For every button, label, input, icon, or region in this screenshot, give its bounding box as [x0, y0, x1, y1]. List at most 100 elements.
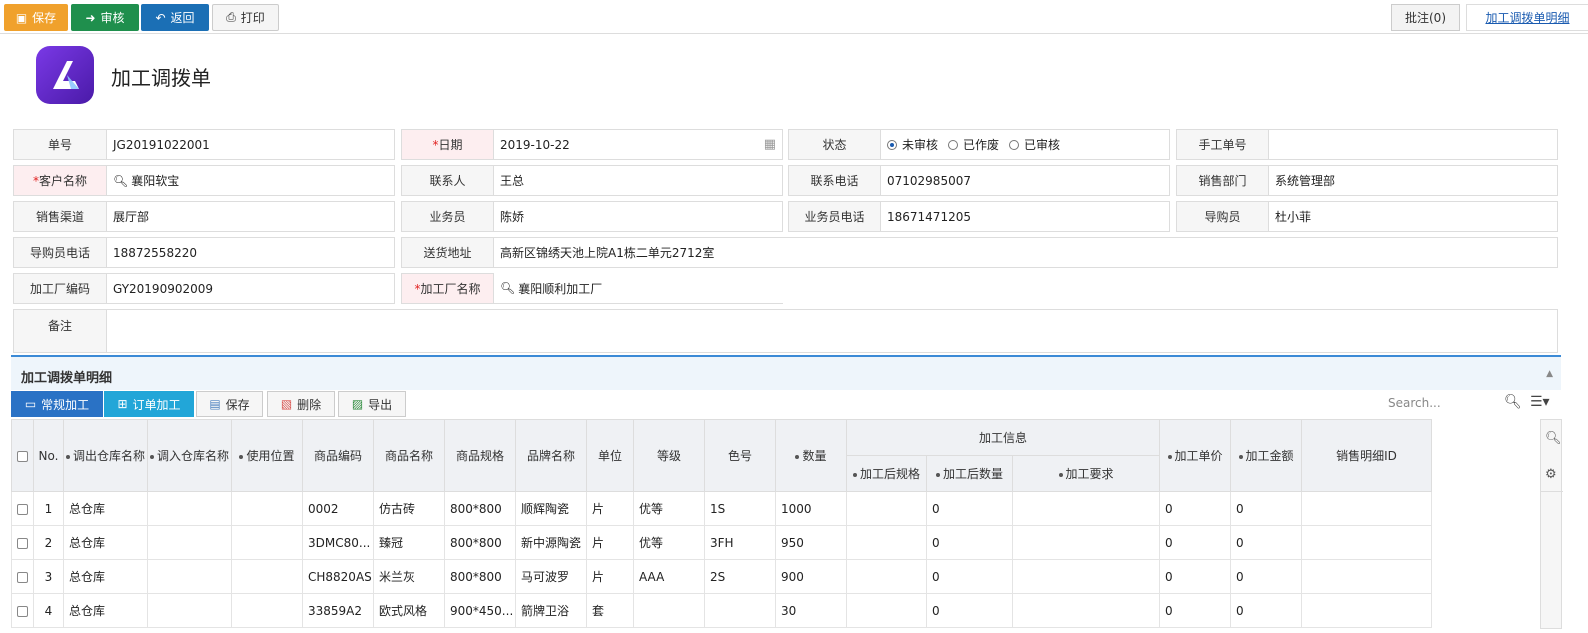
salesman-phone-field[interactable]: 18671471205 [881, 201, 1170, 232]
cell-no[interactable]: 3 [33, 559, 64, 594]
col-location[interactable]: 使用位置 [231, 419, 303, 492]
row-checkbox[interactable] [11, 525, 34, 560]
cell-proc-spec[interactable] [846, 559, 927, 594]
cell-amount[interactable]: 0 [1230, 525, 1303, 560]
print-button[interactable]: ⎙ 打印 [212, 4, 279, 31]
col-out-wh[interactable]: 调出仓库名称 [63, 419, 148, 492]
cell-in-wh[interactable] [147, 593, 232, 628]
detail-link[interactable]: 加工调拨单明细 [1466, 4, 1588, 31]
checkbox-icon[interactable] [17, 503, 28, 515]
cell-out-wh[interactable]: 总仓库 [63, 593, 148, 628]
row-checkbox[interactable] [11, 593, 34, 628]
cell-qty[interactable]: 950 [775, 525, 847, 560]
col-in-wh[interactable]: 调入仓库名称 [147, 419, 232, 492]
cell-out-wh[interactable]: 总仓库 [63, 491, 148, 526]
remark-field[interactable] [107, 309, 1558, 353]
cell-brand[interactable]: 顺辉陶瓷 [515, 491, 587, 526]
cell-code[interactable]: CH8820AS [302, 559, 374, 594]
cell-name[interactable]: 仿古砖 [373, 491, 445, 526]
cell-color[interactable]: 1S [704, 491, 776, 526]
back-button[interactable]: ↶ 返回 [141, 4, 209, 31]
cell-proc-req[interactable] [1011, 593, 1161, 628]
cell-in-wh[interactable] [147, 491, 232, 526]
factory-name-field[interactable]: 🔍︎ 襄阳顺利加工厂 [494, 273, 783, 304]
col-proc-req[interactable]: 加工要求 [1011, 455, 1161, 492]
cell-amount[interactable]: 0 [1230, 559, 1303, 594]
search-icon[interactable]: 🔍︎ [1545, 431, 1562, 446]
cell-price[interactable]: 0 [1159, 525, 1232, 560]
cell-proc-qty[interactable]: 0 [926, 525, 1013, 560]
col-spec[interactable]: 商品规格 [444, 419, 516, 492]
cell-no[interactable]: 4 [33, 593, 64, 628]
cell-brand[interactable]: 马可波罗 [515, 559, 587, 594]
cell-no[interactable]: 1 [33, 491, 64, 526]
col-qty[interactable]: 数量 [775, 419, 847, 492]
date-field[interactable]: 2019-10-22 ▦ [494, 129, 783, 160]
cell-code[interactable]: 33859A2 [302, 593, 374, 628]
save-button[interactable]: ▣ 保存 [4, 4, 68, 31]
cell-name[interactable]: 臻冠 [373, 525, 445, 560]
cell-price[interactable]: 0 [1159, 593, 1232, 628]
channel-field[interactable]: 展厅部 [107, 201, 395, 232]
cell-location[interactable] [231, 593, 303, 628]
phone-field[interactable]: 07102985007 [881, 165, 1170, 196]
guide-phone-field[interactable]: 18872558220 [107, 237, 395, 268]
cell-out-wh[interactable]: 总仓库 [63, 525, 148, 560]
guide-field[interactable]: 杜小菲 [1269, 201, 1558, 232]
status-radio-voided[interactable]: 已作废 [948, 136, 999, 153]
search-icon[interactable]: 🔍︎ [500, 281, 515, 295]
cell-name[interactable]: 欧式风格 [373, 593, 445, 628]
collapse-icon[interactable]: ▲ [1546, 369, 1553, 379]
cell-location[interactable] [231, 559, 303, 594]
cell-code[interactable]: 3DMC80... [302, 525, 374, 560]
col-code[interactable]: 商品编码 [302, 419, 374, 492]
cell-grade[interactable]: 优等 [633, 525, 705, 560]
col-proc-spec[interactable]: 加工后规格 [846, 455, 927, 492]
cell-code[interactable]: 0002 [302, 491, 374, 526]
cell-proc-spec[interactable] [846, 593, 927, 628]
cell-qty[interactable]: 900 [775, 559, 847, 594]
row-checkbox[interactable] [11, 559, 34, 594]
calendar-icon[interactable]: ▦ [764, 137, 776, 152]
search-icon[interactable]: 🔍︎ [113, 174, 128, 188]
order-process-button[interactable]: ⊞ 订单加工 [104, 391, 194, 417]
col-sale-id[interactable]: 销售明细ID [1301, 419, 1433, 492]
cell-grade[interactable] [633, 593, 705, 628]
order-no-field[interactable]: JG20191022001 [107, 129, 395, 160]
select-all-header[interactable] [11, 419, 34, 492]
col-color[interactable]: 色号 [704, 419, 776, 492]
manual-no-field[interactable] [1269, 129, 1558, 160]
checkbox-icon[interactable] [17, 450, 28, 462]
cell-proc-req[interactable] [1011, 525, 1161, 560]
cell-sale-id[interactable] [1301, 559, 1433, 594]
checkbox-icon[interactable] [17, 605, 28, 617]
cell-proc-qty[interactable]: 0 [926, 491, 1013, 526]
cell-sale-id[interactable] [1301, 491, 1433, 526]
cell-qty[interactable]: 30 [775, 593, 847, 628]
grid-delete-button[interactable]: ▧ 删除 [267, 391, 335, 417]
cell-sale-id[interactable] [1301, 593, 1433, 628]
cell-out-wh[interactable]: 总仓库 [63, 559, 148, 594]
cell-price[interactable]: 0 [1159, 491, 1232, 526]
cell-proc-qty[interactable]: 0 [926, 559, 1013, 594]
grid-export-button[interactable]: ▨ 导出 [338, 391, 406, 417]
cell-price[interactable]: 0 [1159, 559, 1232, 594]
note-button[interactable]: 批注(0) [1391, 4, 1460, 31]
checkbox-icon[interactable] [17, 537, 28, 549]
cell-unit[interactable]: 片 [586, 559, 634, 594]
cell-unit[interactable]: 片 [586, 491, 634, 526]
cell-proc-qty[interactable]: 0 [926, 593, 1013, 628]
customer-field[interactable]: 🔍︎ 襄阳软宝 [107, 165, 395, 196]
checkbox-icon[interactable] [17, 571, 28, 583]
cell-amount[interactable]: 0 [1230, 593, 1303, 628]
cell-location[interactable] [231, 525, 303, 560]
salesman-field[interactable]: 陈娇 [494, 201, 783, 232]
search-icon[interactable]: 🔍︎ [1504, 394, 1522, 410]
cell-spec[interactable]: 800*800 [444, 525, 516, 560]
cell-qty[interactable]: 1000 [775, 491, 847, 526]
cell-grade[interactable]: 优等 [633, 491, 705, 526]
cell-proc-req[interactable] [1011, 559, 1161, 594]
cell-in-wh[interactable] [147, 525, 232, 560]
cell-proc-spec[interactable] [846, 525, 927, 560]
col-unit[interactable]: 单位 [586, 419, 634, 492]
